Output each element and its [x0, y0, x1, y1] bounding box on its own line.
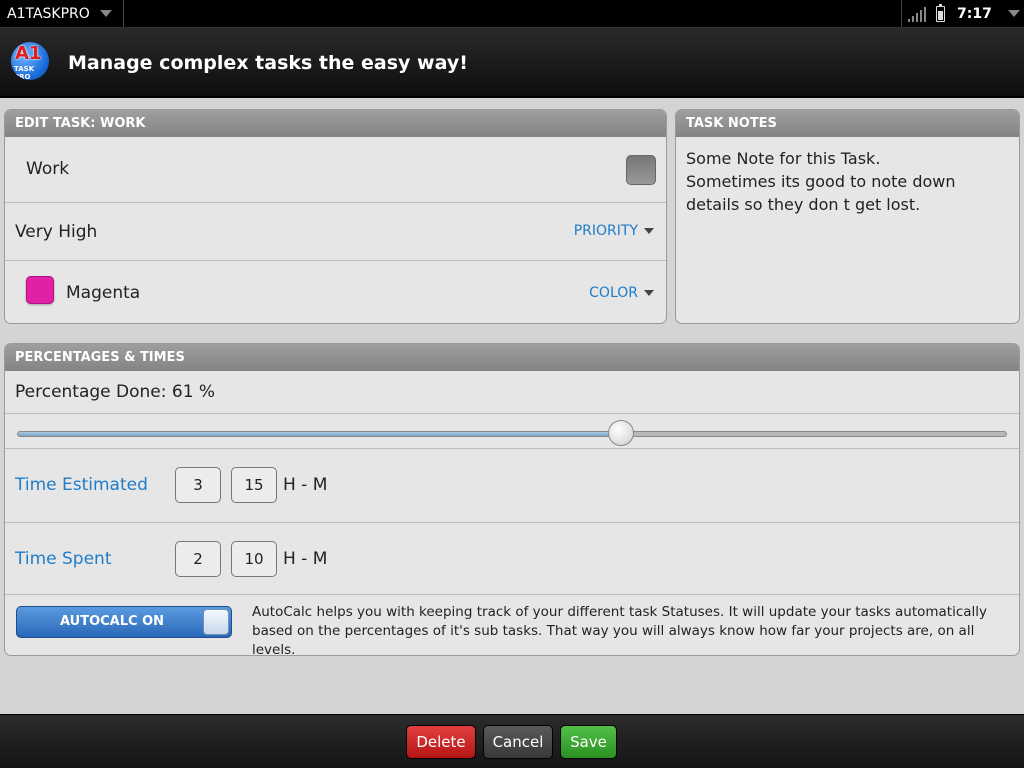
time-estimated-minutes-input[interactable]: 15 — [231, 467, 277, 503]
percentage-slider-row — [5, 414, 1019, 449]
color-row[interactable]: Magenta COLOR — [5, 261, 666, 323]
chevron-down-icon — [99, 10, 112, 17]
chevron-down-icon — [1007, 10, 1020, 17]
app-name: A1TASKPRO — [7, 5, 90, 22]
time-unit-label: H - M — [283, 549, 328, 569]
time-unit-label: H - M — [283, 475, 328, 495]
action-bar: Delete Cancel Save — [0, 714, 1024, 768]
percentage-row: Percentage Done: 61 % — [5, 371, 1019, 414]
time-spent-label: Time Spent — [15, 549, 112, 569]
time-spent-row: Time Spent 2 10 H - M — [5, 523, 1019, 595]
time-spent-minutes-input[interactable]: 10 — [231, 541, 277, 577]
color-swatch — [26, 276, 54, 304]
color-selector[interactable]: COLOR — [589, 285, 654, 301]
autocalc-row: AUTOCALC ON AutoCalc helps you with keep… — [5, 595, 1019, 656]
percentages-panel: PERCENTAGES & TIMES Percentage Done: 61 … — [4, 343, 1020, 656]
app-header: A1 TASK PRO Manage complex tasks the eas… — [0, 28, 1024, 98]
slider-handle[interactable] — [607, 420, 634, 446]
logo-subtext: TASK PRO — [14, 65, 35, 80]
caret-down-icon — [644, 228, 654, 234]
time-spent-hours-input[interactable]: 2 — [175, 541, 221, 577]
time-estimated-row: Time Estimated 3 15 H - M — [5, 449, 1019, 523]
priority-selector[interactable]: PRIORITY — [574, 223, 654, 239]
task-name-row[interactable]: Work — [5, 137, 666, 203]
autocalc-label: AUTOCALC ON — [59, 614, 165, 629]
autocalc-toggle[interactable]: AUTOCALC ON — [16, 606, 232, 638]
signal-icon — [908, 6, 926, 22]
system-menu[interactable]: 7:17 — [901, 0, 1024, 27]
save-button[interactable]: Save — [560, 725, 617, 759]
percentages-header: PERCENTAGES & TIMES — [5, 344, 1019, 371]
page-title: Manage complex tasks the easy way! — [68, 52, 468, 74]
task-notes-header: TASK NOTES — [676, 110, 1019, 137]
note-line: details so they don t get lost. — [686, 195, 921, 214]
slider-fill — [18, 432, 621, 436]
clock: 7:17 — [957, 5, 992, 22]
edit-task-panel: EDIT TASK: WORK Work Very High PRIORITY … — [4, 109, 667, 324]
battery-icon — [936, 3, 945, 22]
color-value: Magenta — [66, 283, 141, 303]
delete-button[interactable]: Delete — [406, 725, 476, 759]
priority-label: PRIORITY — [573, 223, 638, 239]
app-logo: A1 TASK PRO — [11, 42, 49, 80]
caret-down-icon — [644, 290, 654, 296]
note-line: Some Note for this Task. — [686, 149, 881, 168]
task-name[interactable]: Work — [26, 159, 69, 179]
edit-task-header: EDIT TASK: WORK — [5, 110, 666, 137]
priority-value: Very High — [15, 222, 98, 242]
percentage-slider[interactable] — [17, 431, 1007, 437]
task-notes-panel: TASK NOTES Some Note for this Task. Some… — [675, 109, 1020, 324]
toggle-knob — [203, 609, 229, 635]
time-estimated-hours-input[interactable]: 3 — [175, 467, 221, 503]
priority-row[interactable]: Very High PRIORITY — [5, 203, 666, 261]
color-label: COLOR — [589, 285, 638, 301]
app-menu[interactable]: A1TASKPRO — [0, 0, 124, 27]
status-bar: A1TASKPRO 7:17 — [0, 0, 1024, 28]
task-done-checkbox[interactable] — [626, 155, 656, 185]
logo-mark: A1 — [15, 43, 42, 64]
note-line: Sometimes its good to note down — [686, 172, 956, 191]
cancel-button[interactable]: Cancel — [483, 725, 553, 759]
autocalc-description: AutoCalc helps you with keeping track of… — [252, 604, 988, 656]
percentage-label: Percentage Done: 61 % — [15, 382, 216, 402]
time-estimated-label: Time Estimated — [15, 475, 148, 495]
task-notes-text[interactable]: Some Note for this Task. Sometimes its g… — [676, 137, 1019, 226]
